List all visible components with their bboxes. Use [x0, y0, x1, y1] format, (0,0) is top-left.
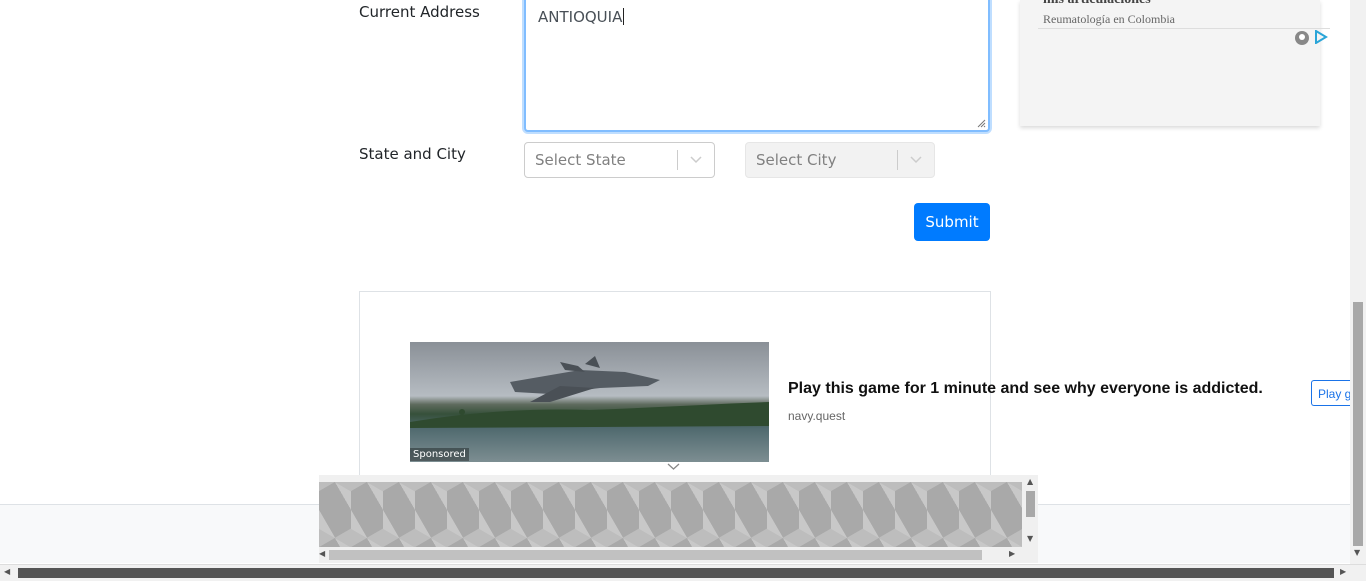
- current-address-textarea[interactable]: ANTIOQUIA: [524, 0, 990, 132]
- scroll-thumb[interactable]: [329, 550, 982, 560]
- resize-handle-icon[interactable]: [977, 119, 986, 128]
- ad-choices-icon[interactable]: [1294, 30, 1310, 46]
- scroll-right-icon[interactable]: ▶: [1009, 550, 1015, 558]
- sticky-ad-horizontal-scrollbar[interactable]: ◀ ▶: [319, 547, 1022, 562]
- side-ad-source: Reumatología en Colombia: [1043, 12, 1175, 26]
- scroll-thumb[interactable]: [1026, 491, 1035, 517]
- side-ad-divider: [1038, 28, 1330, 29]
- state-placeholder: Select State: [535, 151, 626, 169]
- state-select[interactable]: Select State: [524, 142, 715, 178]
- scroll-up-icon[interactable]: ▲: [1027, 478, 1033, 486]
- page-vertical-scrollbar[interactable]: ▼: [1350, 0, 1366, 564]
- page-scroll-thumb[interactable]: [1353, 302, 1363, 546]
- ad-title[interactable]: Play this game for 1 minute and see why …: [788, 380, 1263, 398]
- side-ad[interactable]: mis articulaciones Reumatología en Colom…: [1020, 0, 1330, 126]
- page-scroll-thumb[interactable]: [18, 568, 1334, 578]
- city-select[interactable]: Select City: [745, 142, 935, 178]
- city-placeholder: Select City: [756, 151, 837, 169]
- chevron-down-icon[interactable]: [667, 463, 680, 471]
- ad-cta-button[interactable]: Play game: [1311, 380, 1350, 406]
- submit-button[interactable]: Submit: [914, 203, 990, 241]
- ad-image-jet[interactable]: [410, 342, 769, 462]
- text-caret: [623, 8, 625, 25]
- chevron-down-icon[interactable]: [898, 156, 934, 164]
- sponsored-label: Sponsored: [410, 448, 469, 461]
- page-horizontal-scrollbar[interactable]: ◀ ▶: [0, 564, 1366, 581]
- side-ad-headline[interactable]: mis articulaciones: [1043, 0, 1151, 8]
- ad-domain: navy.quest: [788, 409, 846, 423]
- scroll-right-icon[interactable]: ▶: [1340, 568, 1346, 576]
- scroll-down-icon[interactable]: ▼: [1027, 535, 1033, 543]
- ad-info-icon[interactable]: [1314, 30, 1328, 44]
- address-value: ANTIOQUIA: [538, 8, 623, 26]
- chevron-down-icon[interactable]: [678, 156, 714, 164]
- sticky-ad-pattern: [319, 482, 1022, 547]
- scroll-left-icon[interactable]: ◀: [4, 568, 10, 576]
- scroll-down-icon[interactable]: ▼: [1354, 549, 1360, 557]
- scroll-left-icon[interactable]: ◀: [319, 550, 325, 558]
- sticky-ad-vertical-scrollbar[interactable]: ▲ ▼: [1023, 475, 1038, 547]
- current-address-label: Current Address: [359, 3, 480, 21]
- state-city-label: State and City: [359, 145, 466, 163]
- jet-illustration: [410, 356, 769, 428]
